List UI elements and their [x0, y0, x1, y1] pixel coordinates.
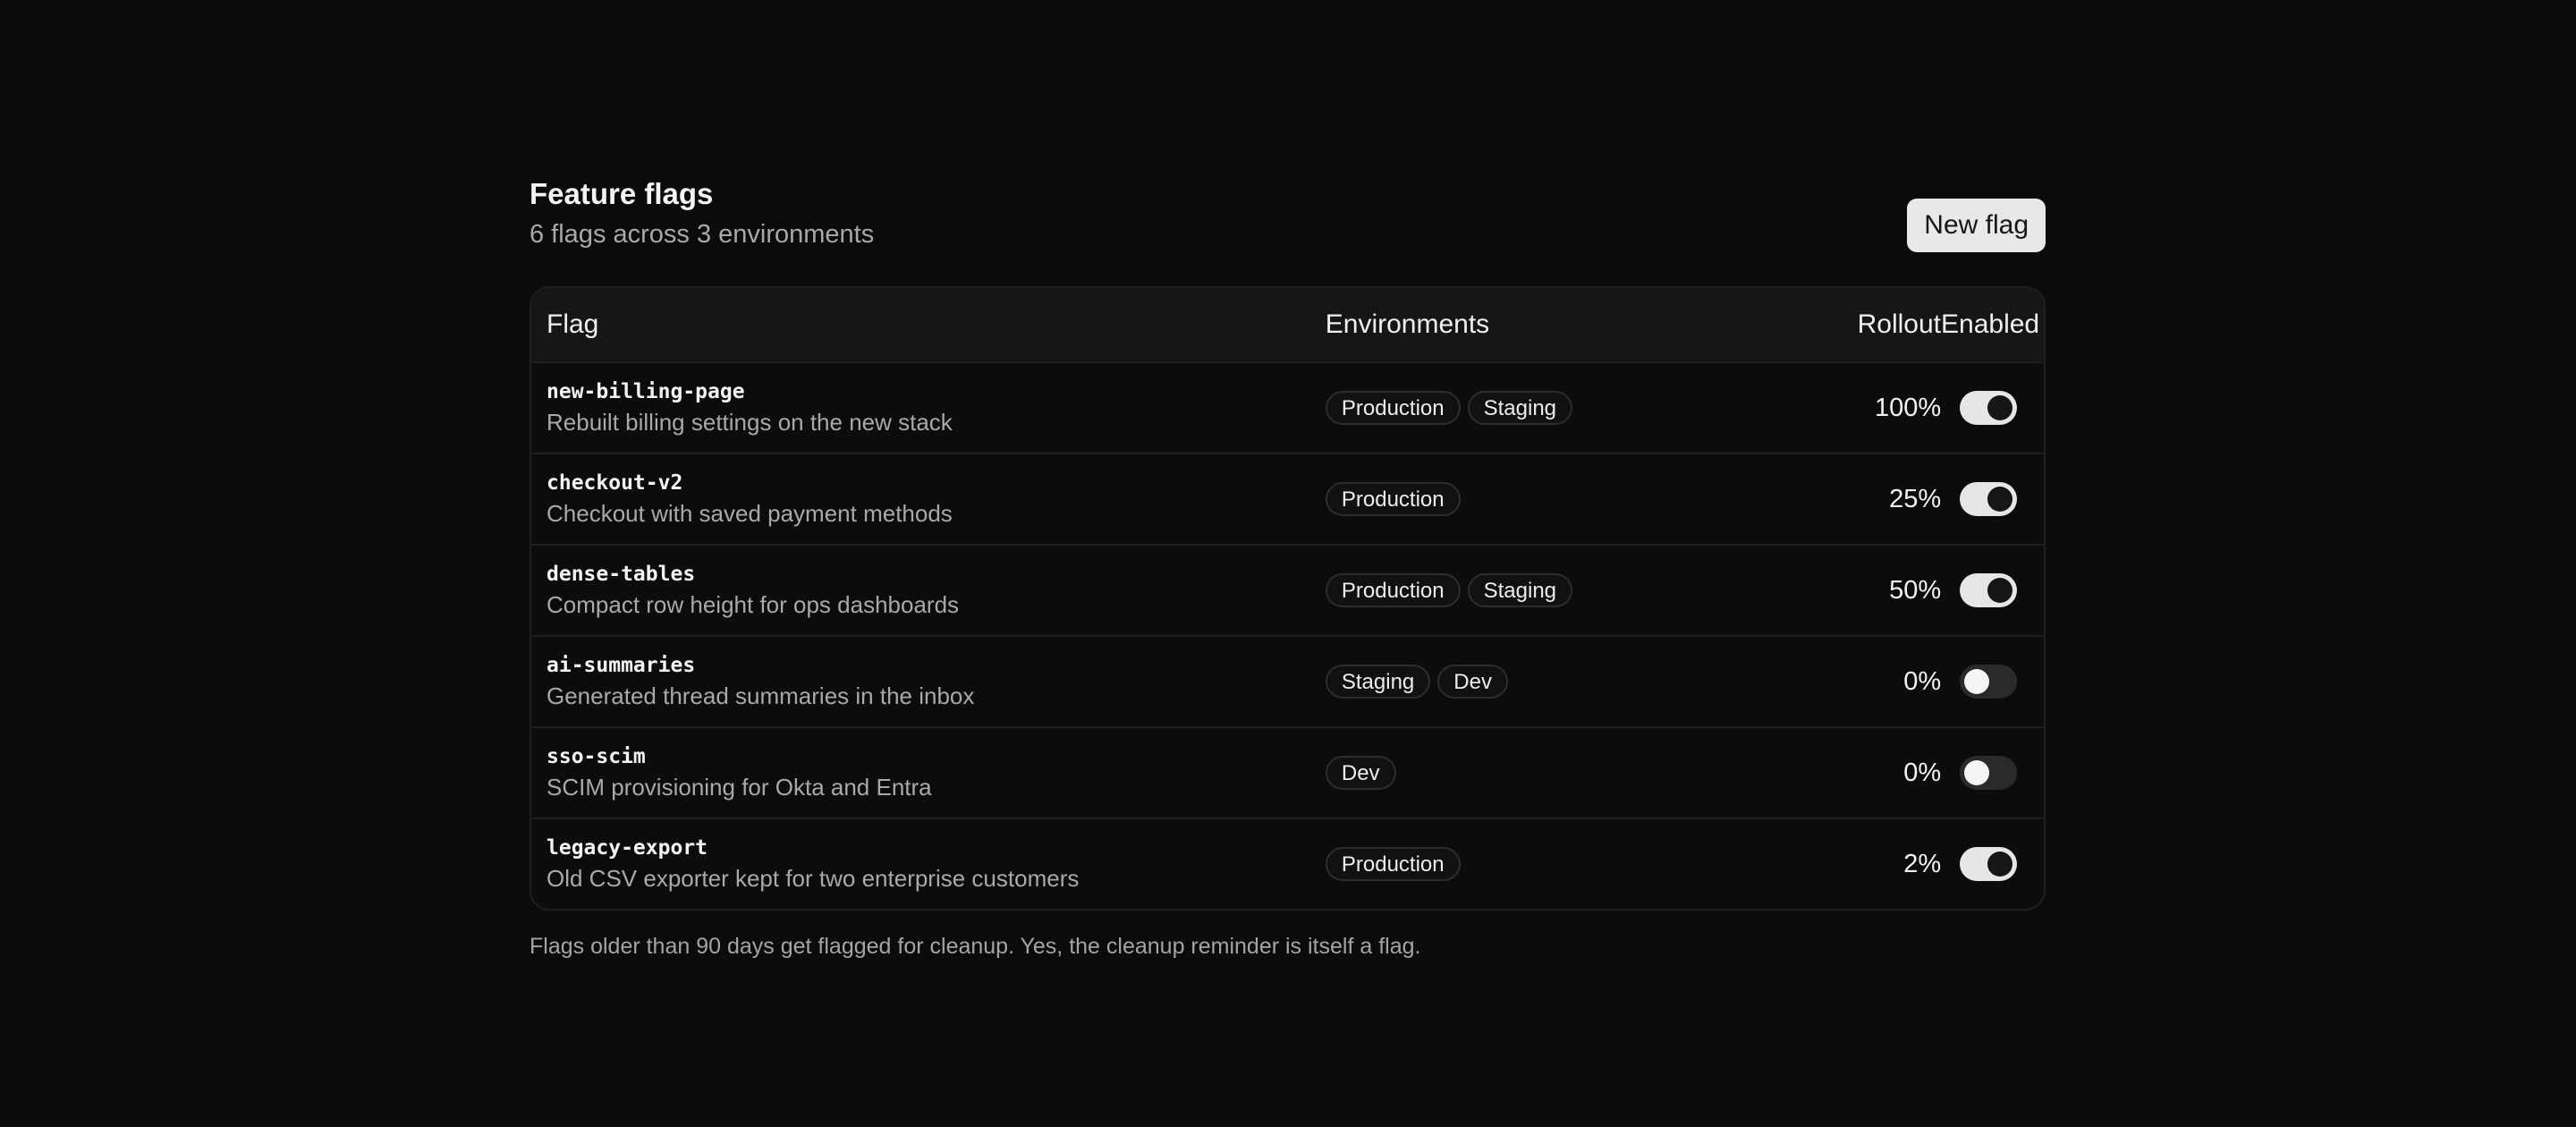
enabled-cell — [1941, 665, 2044, 699]
flag-description: Compact row height for ops dashboards — [547, 591, 960, 618]
environment-badge: Production — [1325, 391, 1461, 425]
table-row[interactable]: legacy-export Old CSV exporter kept for t… — [531, 819, 2044, 909]
toggle-knob — [1964, 669, 1989, 694]
flag-cell: checkout-v2 Checkout with saved payment m… — [531, 469, 1326, 530]
flag-key[interactable]: dense-tables — [547, 560, 1326, 589]
environment-badge-list: Dev — [1325, 756, 1775, 790]
page-header: Feature flags 6 flags across 3 environme… — [530, 174, 2046, 284]
flag-key[interactable]: ai-summaries — [547, 651, 1326, 680]
environments-cell: Production Staging — [1325, 391, 1775, 425]
enabled-cell — [1941, 573, 2044, 607]
table-row[interactable]: dense-tables Compact row height for ops d… — [531, 546, 2044, 637]
table-body: new-billing-page Rebuilt billing settings… — [531, 363, 2044, 909]
toggle-knob — [1987, 578, 2012, 603]
table-row[interactable]: ai-summaries Generated thread summaries i… — [531, 637, 2044, 728]
column-header-enabled[interactable]: Enabled — [1941, 309, 2044, 340]
flag-cell: legacy-export Old CSV exporter kept for t… — [531, 834, 1326, 894]
flag-cell: dense-tables Compact row height for ops d… — [531, 560, 1326, 621]
environment-badge-list: Production — [1325, 482, 1775, 516]
toggle-knob — [1964, 760, 1989, 785]
flag-key[interactable]: new-billing-page — [547, 377, 1326, 406]
footnote: Flags older than 90 days get flagged for… — [530, 934, 1421, 959]
table-row[interactable]: checkout-v2 Checkout with saved payment m… — [531, 454, 2044, 546]
flags-table: Flag Environments Rollout Enabled new-bi… — [530, 286, 2046, 911]
enabled-toggle[interactable] — [1960, 573, 2017, 607]
flag-key[interactable]: legacy-export — [547, 834, 1326, 862]
enabled-cell — [1941, 391, 2044, 425]
flag-description: SCIM provisioning for Okta and Entra — [547, 774, 932, 801]
flag-cell: new-billing-page Rebuilt billing settings… — [531, 377, 1326, 438]
enabled-toggle[interactable] — [1960, 847, 2017, 881]
new-flag-button[interactable]: New flag — [1907, 199, 2046, 252]
environments-cell: Production Staging — [1325, 573, 1775, 607]
flag-cell: sso-scim SCIM provisioning for Okta and E… — [531, 742, 1326, 803]
flag-description: Generated thread summaries in the inbox — [547, 682, 975, 709]
environment-badge-list: Production Staging — [1325, 391, 1775, 425]
flag-key[interactable]: sso-scim — [547, 742, 1326, 771]
rollout-value: 0% — [1903, 666, 1942, 696]
column-header-rollout[interactable]: Rollout — [1774, 309, 1941, 340]
environment-badge: Dev — [1325, 756, 1396, 790]
environment-badge: Staging — [1467, 391, 1573, 425]
environment-badge: Production — [1325, 847, 1461, 881]
feature-flags-panel: Feature flags 6 flags across 3 environme… — [530, 174, 2046, 960]
enabled-cell — [1941, 756, 2044, 790]
flag-description: Checkout with saved payment methods — [547, 500, 953, 527]
column-header-flag[interactable]: Flag — [531, 309, 1326, 340]
flag-cell: ai-summaries Generated thread summaries i… — [531, 651, 1326, 712]
enabled-toggle[interactable] — [1960, 391, 2017, 425]
flag-description: Rebuilt billing settings on the new stac… — [547, 409, 953, 436]
environment-badge: Staging — [1325, 665, 1431, 699]
environment-badge: Production — [1325, 573, 1461, 607]
environments-cell: Production — [1325, 847, 1775, 881]
enabled-toggle[interactable] — [1960, 482, 2017, 516]
rollout-value: 2% — [1903, 849, 1942, 878]
environment-badge: Staging — [1467, 573, 1573, 607]
toggle-knob — [1987, 395, 2012, 420]
environment-badge: Production — [1325, 482, 1461, 516]
column-header-environments[interactable]: Environments — [1326, 309, 1775, 340]
toggle-knob — [1987, 487, 2012, 512]
rollout-value: 100% — [1875, 393, 1942, 422]
table-row[interactable]: new-billing-page Rebuilt billing settings… — [531, 363, 2044, 454]
toggle-knob — [1987, 852, 2012, 877]
rollout-value: 25% — [1889, 484, 1942, 513]
page-title: Feature flags — [530, 177, 714, 210]
environments-cell: Production — [1325, 482, 1775, 516]
environment-badge: Dev — [1437, 665, 1508, 699]
environment-badge-list: Production Staging — [1325, 573, 1775, 607]
environments-cell: Staging Dev — [1325, 665, 1775, 699]
rollout-value: 50% — [1889, 575, 1942, 605]
environment-badge-list: Staging Dev — [1325, 665, 1775, 699]
enabled-toggle[interactable] — [1960, 756, 2017, 790]
table-row[interactable]: sso-scim SCIM provisioning for Okta and E… — [531, 728, 2044, 819]
environment-badge-list: Production — [1325, 847, 1775, 881]
enabled-cell — [1941, 847, 2044, 881]
table-header: Flag Environments Rollout Enabled — [531, 288, 2044, 363]
page-subtitle: 6 flags across 3 environments — [530, 220, 875, 249]
flag-description: Old CSV exporter kept for two enterprise… — [547, 865, 1080, 892]
environments-cell: Dev — [1325, 756, 1775, 790]
enabled-cell — [1941, 482, 2044, 516]
enabled-toggle[interactable] — [1960, 665, 2017, 699]
rollout-value: 0% — [1903, 758, 1942, 787]
flag-key[interactable]: checkout-v2 — [547, 469, 1326, 497]
